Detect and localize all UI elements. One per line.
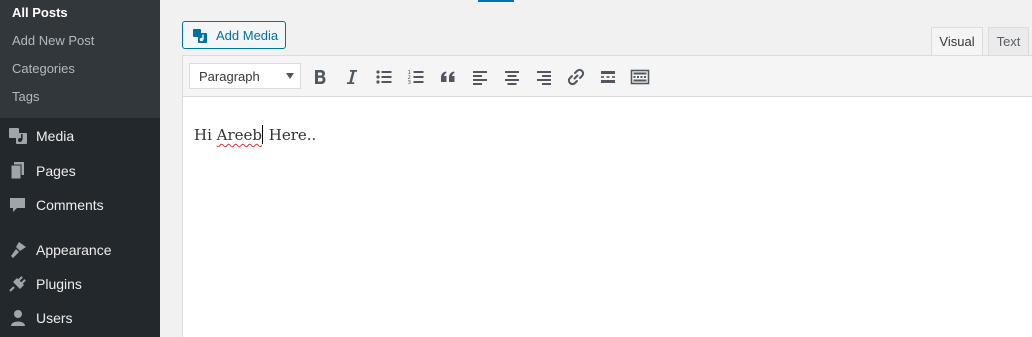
tab-text[interactable]: Text — [988, 27, 1029, 56]
sidebar-label-appearance: Appearance — [36, 242, 112, 258]
align-left-icon[interactable] — [468, 65, 492, 89]
sidebar-item-media[interactable]: Media — [0, 121, 160, 151]
add-media-icon — [192, 28, 208, 44]
link-icon[interactable] — [564, 65, 588, 89]
svg-text:3: 3 — [408, 80, 412, 86]
users-icon — [8, 309, 28, 327]
blockquote-icon[interactable] — [436, 65, 460, 89]
content-text-after: Here.. — [264, 126, 317, 144]
sidebar-item-pages[interactable]: Pages — [0, 156, 160, 186]
add-media-label: Add Media — [216, 28, 279, 43]
sidebar-item-comments[interactable]: Comments — [0, 190, 160, 220]
post-editor: Paragraph 123 Hi Areeb Here.. — [182, 55, 1032, 337]
text-caret — [262, 125, 264, 144]
add-media-button[interactable]: Add Media — [182, 21, 286, 49]
bold-icon[interactable] — [308, 65, 332, 89]
plugins-icon — [8, 275, 28, 293]
misspelled-word: Areeb — [216, 126, 263, 144]
sidebar-label-media: Media — [36, 128, 75, 144]
sidebar-label-users: Users — [36, 310, 73, 326]
numbered-list-icon[interactable]: 123 — [404, 65, 428, 89]
pages-icon — [8, 162, 28, 180]
align-right-icon[interactable] — [532, 65, 556, 89]
appearance-icon — [8, 241, 28, 259]
sidebar-item-appearance[interactable]: Appearance — [0, 235, 160, 265]
sidebar-item-users[interactable]: Users — [0, 303, 160, 333]
tab-visual[interactable]: Visual — [931, 27, 983, 56]
chevron-down-icon — [286, 73, 294, 79]
editor-content[interactable]: Hi Areeb Here.. — [194, 125, 316, 145]
sidebar-label-plugins: Plugins — [36, 276, 82, 292]
admin-sidebar: All Posts Add New Post Categories Tags M… — [0, 0, 160, 337]
submenu-add-new-post[interactable]: Add New Post — [12, 32, 94, 50]
italic-icon[interactable] — [340, 65, 364, 89]
read-more-icon[interactable] — [596, 65, 620, 89]
sidebar-label-pages: Pages — [36, 163, 76, 179]
submenu-all-posts[interactable]: All Posts — [12, 4, 68, 22]
editor-toolbar: Paragraph 123 — [183, 56, 1032, 97]
sidebar-item-plugins[interactable]: Plugins — [0, 269, 160, 299]
sidebar-label-comments: Comments — [36, 197, 104, 213]
format-select[interactable]: Paragraph — [189, 63, 301, 89]
bulleted-list-icon[interactable] — [372, 65, 396, 89]
posts-submenu: All Posts Add New Post Categories Tags — [0, 0, 160, 118]
format-select-value: Paragraph — [199, 69, 260, 84]
align-center-icon[interactable] — [500, 65, 524, 89]
comments-icon — [8, 196, 28, 214]
submenu-tags[interactable]: Tags — [12, 88, 39, 106]
content-text-before: Hi — [194, 126, 217, 144]
submenu-categories[interactable]: Categories — [12, 60, 75, 78]
top-accent-marker — [478, 0, 514, 2]
toolbar-toggle-icon[interactable] — [628, 65, 652, 89]
media-icon — [8, 127, 28, 145]
